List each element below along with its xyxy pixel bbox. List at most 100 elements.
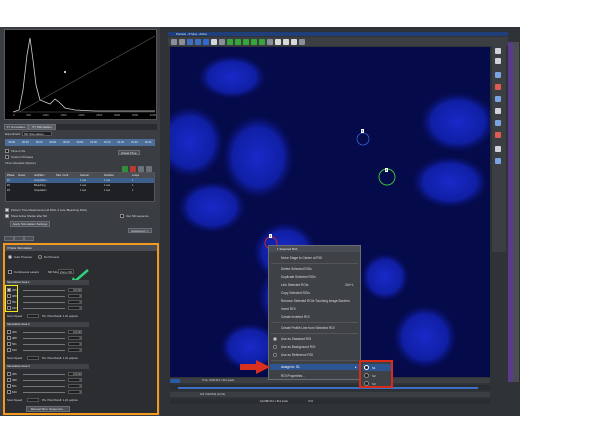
lut-icon[interactable]	[187, 38, 193, 45]
menu-link-rois[interactable]: Link Selected ROIs	[281, 283, 308, 287]
laser-power-field[interactable]: 0	[68, 348, 82, 352]
tab-small[interactable]	[4, 236, 14, 241]
menu-create-inverted[interactable]: Create Inverted ROI	[281, 315, 310, 319]
menu-move-stage[interactable]: Move Stage to Center of ROI	[281, 256, 322, 260]
play-icon[interactable]	[170, 378, 180, 383]
reference-roi-radio[interactable]	[273, 353, 277, 357]
timeline-strip[interactable]	[170, 385, 490, 390]
laser-checkbox[interactable]	[7, 390, 11, 394]
perform-time-checkbox[interactable]	[5, 208, 9, 212]
zoom-icon[interactable]	[179, 38, 185, 45]
tab-xy-annotation[interactable]: XY Annotation	[4, 124, 28, 130]
view-icon[interactable]	[267, 38, 273, 45]
laser-slider[interactable]	[23, 307, 65, 309]
advanced-button[interactable]: Advanced >>	[128, 228, 152, 233]
scan-speed-field[interactable]	[27, 356, 39, 360]
manual-stim-button[interactable]: Manual Stim. Sequence...	[26, 406, 70, 412]
menu-remove-border-rois[interactable]: Remove Selected ROIs Touching Image Bord…	[281, 299, 350, 303]
laser-power-field[interactable]: 0	[68, 300, 82, 304]
scan-speed-field[interactable]	[27, 314, 39, 318]
laser-slider[interactable]	[23, 385, 65, 387]
background-roi-radio[interactable]	[273, 345, 277, 349]
tool-icon[interactable]	[495, 96, 501, 102]
laser-power-field[interactable]: 0	[68, 378, 82, 382]
scan-speed-field[interactable]	[27, 398, 39, 402]
table-row[interactable]: #3 Acquisition 1 sec 1 sec 1	[6, 188, 154, 193]
layout-icon[interactable]	[299, 38, 305, 45]
laser-slider[interactable]	[23, 343, 65, 345]
menu-standard-roi[interactable]: Use as Standard ROI	[281, 337, 311, 341]
laser-power-field[interactable]: 0	[68, 384, 82, 388]
channel-green-icon[interactable]	[251, 38, 257, 45]
tool-icon[interactable]	[495, 132, 501, 138]
submenu-item-s3[interactable]: S3	[363, 380, 391, 387]
laser-slider[interactable]	[23, 331, 65, 333]
laser-checkbox[interactable]	[7, 384, 11, 388]
arrow-tool-icon[interactable]	[171, 38, 177, 45]
laser-slider[interactable]	[23, 337, 65, 339]
grid-icon[interactable]	[275, 38, 281, 45]
channel-green-icon[interactable]	[235, 38, 241, 45]
timeline-bar[interactable]: 00:00 00:10 00:20 00:30 00:40 00:50 01:0…	[5, 139, 155, 146]
menu-duplicate-rois[interactable]: Duplicate Selected ROIs	[281, 275, 316, 279]
no-process-radio[interactable]	[37, 255, 42, 259]
time-in-file-checkbox[interactable]	[5, 149, 9, 153]
tab-small[interactable]	[14, 236, 24, 241]
tab-xy-stimulation[interactable]: XY Stimulation	[28, 124, 56, 130]
channel-green-icon[interactable]	[259, 38, 265, 45]
menu-delete-rois[interactable]: Delete Selected ROIs	[281, 267, 312, 271]
laser-checkbox[interactable]	[7, 336, 11, 340]
tool-icon[interactable]	[495, 158, 501, 164]
menu-profile-line[interactable]: Create Profile Line from Selected ROI	[281, 326, 335, 330]
laser-power-field[interactable]: 100.00	[68, 330, 82, 334]
tool-icon[interactable]	[495, 48, 501, 54]
color-icon[interactable]	[195, 38, 201, 45]
tool-icon[interactable]	[495, 58, 501, 64]
menu-reference-roi[interactable]: Use as Reference ROI	[281, 353, 313, 357]
laser-slider[interactable]	[23, 295, 65, 297]
laser-slider[interactable]	[23, 391, 65, 393]
tool-icon[interactable]	[495, 108, 501, 114]
experiment-select[interactable]: ND Stimulation	[22, 131, 52, 136]
laser-power-field[interactable]: 100.00	[68, 372, 82, 376]
laser-power-field[interactable]: 0	[68, 336, 82, 340]
laser-power-field[interactable]: 100.00	[68, 288, 82, 292]
auto-process-radio[interactable]	[8, 255, 12, 259]
laser-checkbox[interactable]	[7, 342, 11, 346]
menu-roi-properties[interactable]: ROI Properties...	[281, 374, 305, 378]
use-nd-checkbox[interactable]	[120, 214, 124, 218]
custom-phrases-checkbox[interactable]	[5, 155, 9, 159]
grid-icon[interactable]	[283, 38, 289, 45]
laser-slider[interactable]	[23, 289, 65, 291]
laser-checkbox[interactable]	[7, 294, 11, 298]
reset-time-button[interactable]: Reset Time	[118, 150, 140, 155]
grid-icon[interactable]	[291, 38, 297, 45]
tool-icon[interactable]	[495, 146, 501, 152]
show-active-checkbox[interactable]	[5, 214, 9, 218]
menu-background-roi[interactable]: Use as Background ROI	[281, 345, 315, 349]
laser-slider[interactable]	[23, 379, 65, 381]
menu-assign-to[interactable]: Assign to: S1	[281, 365, 300, 369]
measure-icon[interactable]	[219, 38, 225, 45]
continuous-checkbox[interactable]	[8, 270, 12, 274]
laser-power-field[interactable]: 0	[68, 306, 82, 310]
channel-green-icon[interactable]	[227, 38, 233, 45]
roi-icon[interactable]	[211, 38, 217, 45]
submenu-item-s1[interactable]: S1	[363, 364, 391, 371]
laser-checkbox[interactable]	[7, 372, 11, 376]
laser-power-field[interactable]: 0	[68, 294, 82, 298]
laser-checkbox[interactable]	[7, 306, 11, 310]
laser-power-field[interactable]: 0	[68, 342, 82, 346]
channel-green-icon[interactable]	[243, 38, 249, 45]
tool-icon[interactable]	[495, 72, 501, 78]
standard-roi-radio[interactable]	[273, 337, 277, 341]
laser-checkbox[interactable]	[7, 378, 11, 382]
laser-slider[interactable]	[23, 349, 65, 351]
menu-invert-roi[interactable]: Invert ROI	[281, 307, 296, 311]
laser-checkbox[interactable]	[7, 288, 11, 292]
laser-checkbox[interactable]	[7, 330, 11, 334]
laser-checkbox[interactable]	[7, 348, 11, 352]
apply-settings-button[interactable]: Apply Stimulation Settings	[10, 221, 50, 227]
tool-icon[interactable]	[495, 120, 501, 126]
tool-icon[interactable]	[495, 84, 501, 90]
